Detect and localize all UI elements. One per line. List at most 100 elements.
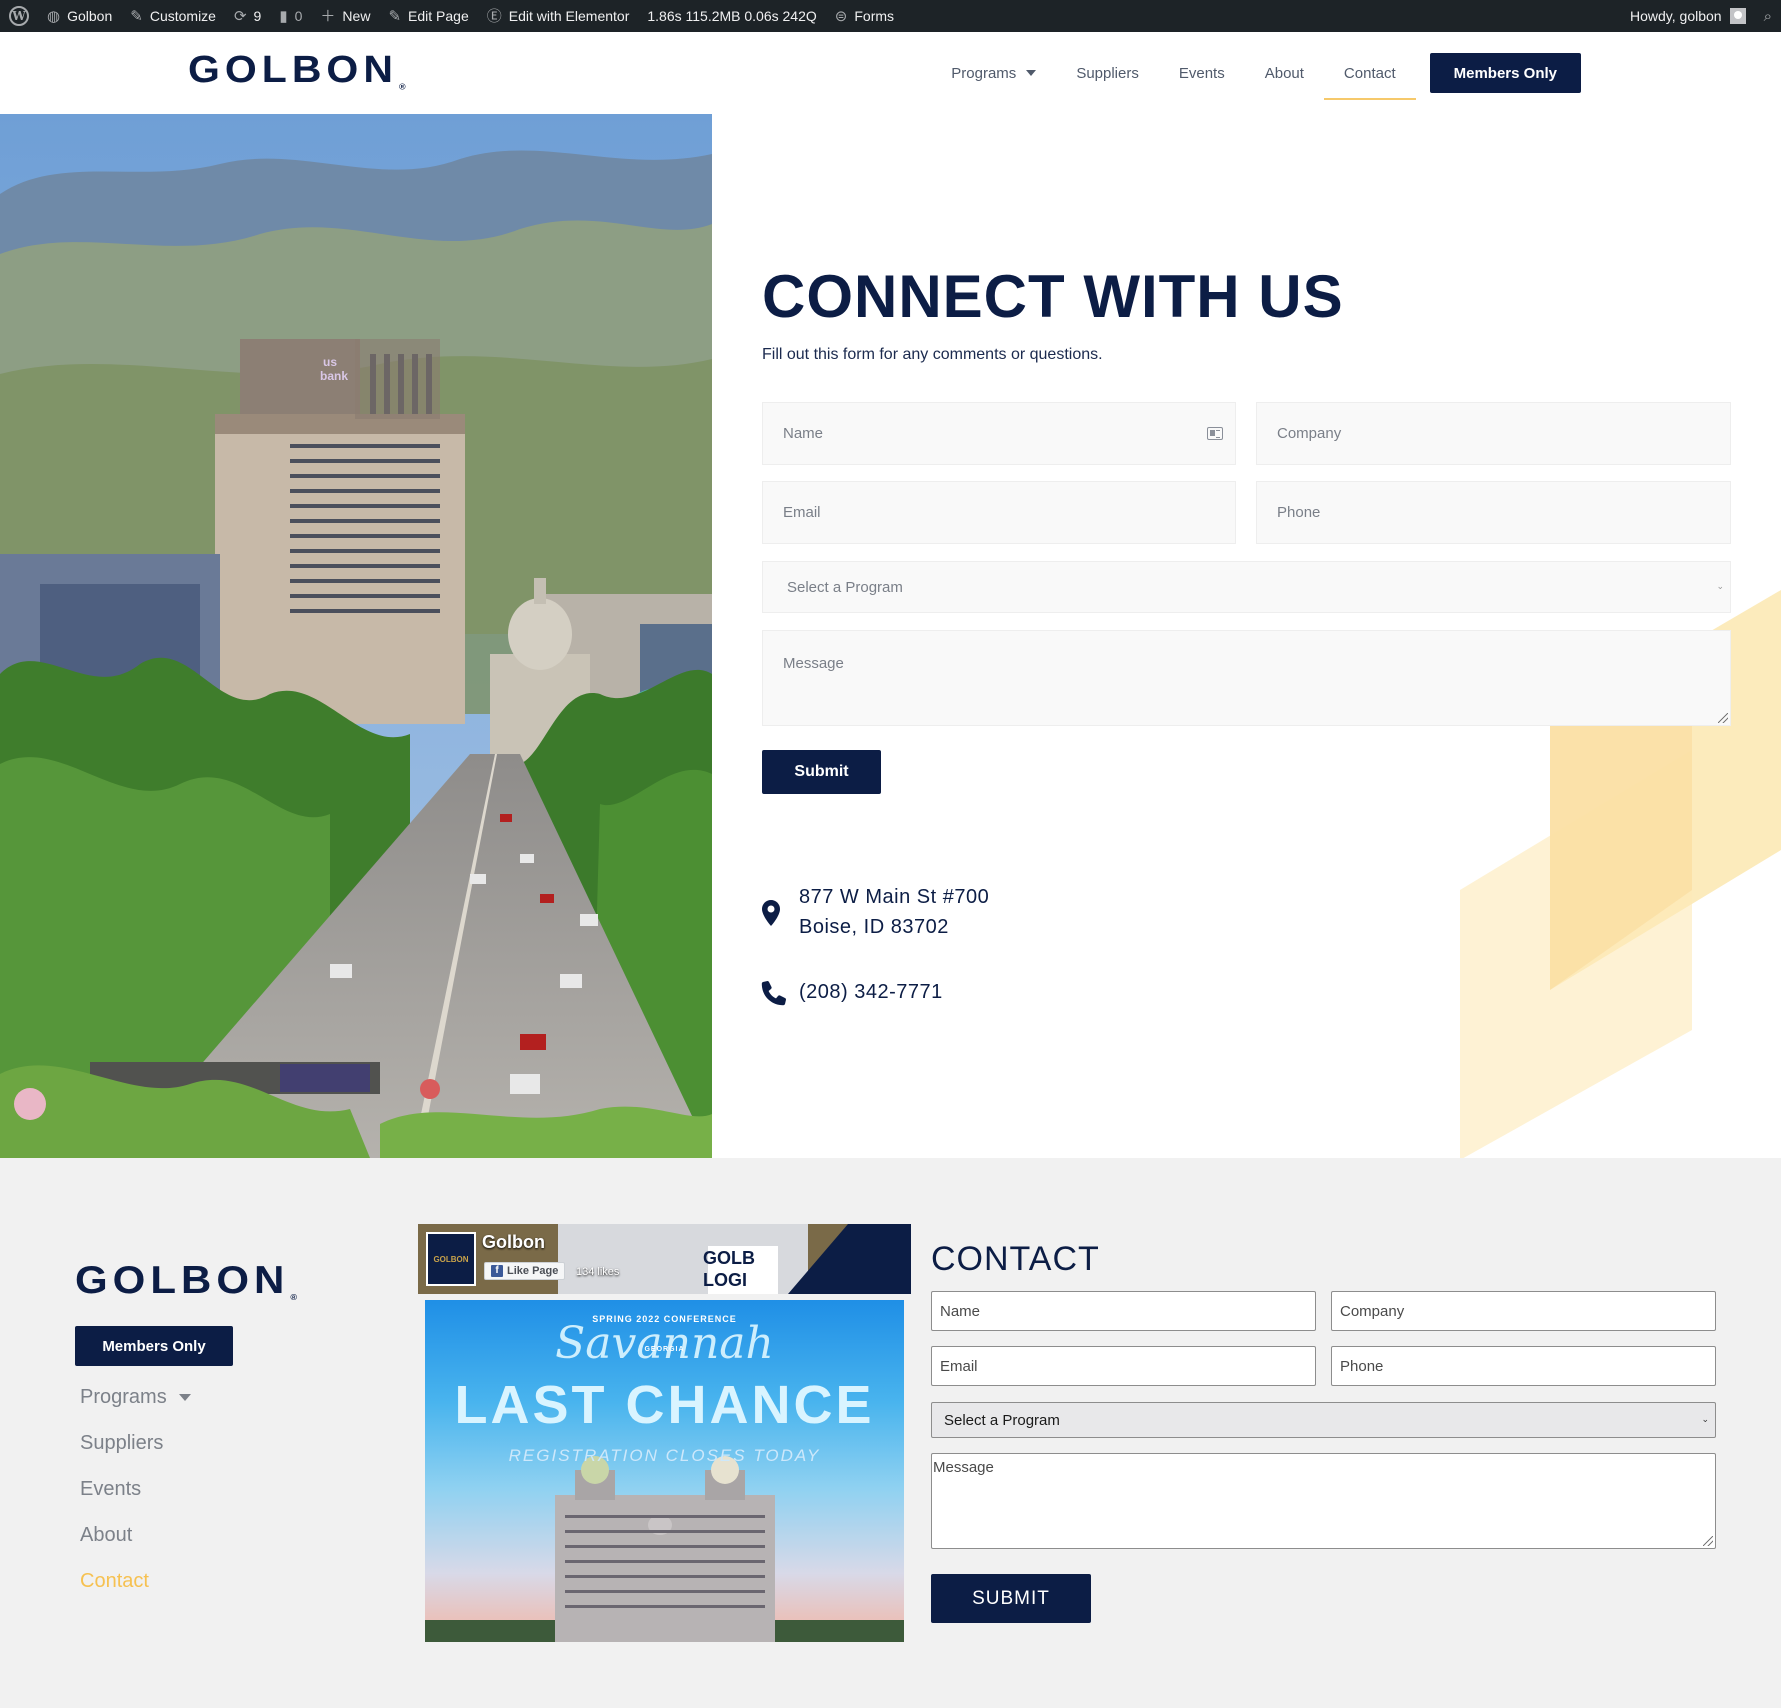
admin-new-link[interactable]: ＋ New — [311, 0, 379, 32]
resize-handle-icon[interactable] — [1718, 713, 1728, 723]
nav-item-suppliers[interactable]: Suppliers — [1056, 32, 1159, 114]
forms-icon: ⊜ — [834, 7, 848, 25]
footer-program-select[interactable]: Select a Program ⌄ — [931, 1402, 1716, 1438]
admin-customize-link[interactable]: ✎ Customize — [121, 0, 225, 32]
svg-text:GOLB: GOLB — [703, 1248, 755, 1268]
footer-members-only-button[interactable]: Members Only — [75, 1326, 233, 1366]
address-line-1: 877 W Main St #700 — [799, 886, 990, 908]
admin-edit-page-label: Edit Page — [408, 8, 469, 24]
admin-elementor-link[interactable]: Ⓔ Edit with Elementor — [478, 0, 639, 32]
nav-item-programs[interactable]: Programs — [931, 32, 1056, 114]
nav-item-events[interactable]: Events — [1159, 32, 1245, 114]
promo-headline: LAST CHANCE — [454, 1375, 875, 1435]
footer-submit-button[interactable]: SUBMIT — [931, 1574, 1091, 1623]
footer-name-input[interactable]: Name — [931, 1291, 1316, 1331]
facebook-page-widget[interactable]: GOLB LOGI GOLBON Golbon f Like Page 134 l… — [418, 1224, 911, 1294]
phone-placeholder: Phone — [1277, 504, 1321, 521]
nav-item-about[interactable]: About — [1245, 32, 1324, 114]
page-subtitle: Fill out this form for any comments or q… — [762, 346, 1103, 363]
message-textarea[interactable]: Message — [762, 630, 1731, 726]
nav-label-about: About — [1264, 64, 1304, 82]
admin-site-link[interactable]: ◍ Golbon — [38, 0, 121, 32]
chevron-down-icon: ⌄ — [1716, 581, 1724, 591]
svg-text:bank: bank — [320, 369, 348, 383]
nav-item-contact[interactable]: Contact — [1323, 32, 1416, 114]
registered-mark: ® — [398, 81, 406, 92]
message-placeholder: Message — [783, 655, 844, 672]
footer-phone-input[interactable]: Phone — [1331, 1346, 1716, 1386]
svg-text:us: us — [323, 355, 337, 369]
facebook-page-avatar: GOLBON — [426, 1232, 476, 1286]
admin-updates-count: 9 — [253, 8, 262, 24]
footer-name-placeholder: Name — [940, 1302, 981, 1320]
resize-handle-icon[interactable] — [1703, 1536, 1713, 1546]
footer-nav-suppliers[interactable]: Suppliers — [80, 1432, 163, 1455]
footer-message-placeholder: Message — [933, 1459, 994, 1476]
contact-card-icon[interactable] — [1207, 426, 1223, 440]
main-nav: Programs Suppliers Events About Contact … — [931, 32, 1781, 114]
phone-number[interactable]: (208) 342-7771 — [799, 981, 943, 1004]
footer-company-input[interactable]: Company — [1331, 1291, 1716, 1331]
elementor-icon: Ⓔ — [486, 7, 502, 25]
admin-query-monitor[interactable]: 1.86s 115.2MB 0.06s 242Q — [638, 0, 825, 32]
facebook-like-button[interactable]: f Like Page — [484, 1262, 566, 1280]
admin-forms-link[interactable]: ⊜ Forms — [826, 0, 903, 32]
admin-new-label: New — [342, 8, 371, 24]
wordpress-logo-icon: W — [9, 6, 29, 26]
admin-comments-count: 0 — [294, 8, 303, 24]
footer-message-textarea[interactable]: Message — [931, 1453, 1716, 1549]
chevron-down-icon: ⌄ — [1701, 1414, 1709, 1424]
facebook-likes-count: 134 likes — [576, 1266, 620, 1278]
admin-howdy-text: Howdy, golbon — [1630, 8, 1722, 24]
page-title: CONNECT WITH US — [762, 263, 1344, 330]
footer-logo[interactable]: GOLBON® — [75, 1258, 297, 1302]
program-select[interactable]: Select a Program ⌄ — [762, 561, 1731, 613]
name-placeholder: Name — [783, 425, 824, 442]
chevron-down-icon — [1026, 70, 1037, 76]
phone-input[interactable]: Phone — [1256, 481, 1731, 544]
facebook-like-label: Like Page — [507, 1265, 559, 1277]
admin-search[interactable]: ⌕ — [1755, 0, 1781, 32]
brush-icon: ✎ — [130, 7, 143, 25]
admin-updates-link[interactable]: ⟳ 9 — [225, 0, 270, 32]
footer-company-placeholder: Company — [1340, 1302, 1405, 1320]
admin-comments-link[interactable]: ▮ 0 — [270, 0, 311, 32]
company-placeholder: Company — [1277, 425, 1342, 442]
submit-button[interactable]: Submit — [762, 750, 881, 794]
avatar — [1729, 8, 1746, 24]
admin-elementor-label: Edit with Elementor — [508, 8, 630, 24]
admin-edit-page-link[interactable]: ✎ Edit Page — [379, 0, 477, 32]
facebook-icon: f — [491, 1265, 503, 1277]
registered-mark: ® — [290, 1292, 297, 1303]
email-input[interactable]: Email — [762, 481, 1236, 544]
name-input[interactable]: Name — [762, 402, 1236, 465]
admin-stats-text: 1.86s 115.2MB 0.06s 242Q — [647, 8, 817, 24]
plus-icon: ＋ — [320, 7, 336, 25]
promo-state: GEORGIA — [644, 1346, 685, 1353]
footer-email-input[interactable]: Email — [931, 1346, 1316, 1386]
company-input[interactable]: Company — [1256, 402, 1731, 465]
footer-nav-contact[interactable]: Contact — [80, 1570, 149, 1593]
email-placeholder: Email — [783, 504, 821, 521]
admin-account-menu[interactable]: Howdy, golbon — [1621, 0, 1755, 32]
footer-phone-placeholder: Phone — [1340, 1357, 1384, 1375]
admin-customize-label: Customize — [149, 8, 216, 24]
footer-nav-events[interactable]: Events — [80, 1478, 141, 1501]
footer-nav-programs[interactable]: Programs — [80, 1386, 191, 1409]
footer-program-select-value: Select a Program — [944, 1411, 1060, 1429]
admin-site-name: Golbon — [67, 8, 113, 24]
footer-nav-about[interactable]: About — [80, 1524, 132, 1547]
members-only-button[interactable]: Members Only — [1429, 53, 1581, 93]
site-header: GOLBON® Programs Suppliers Events About … — [0, 32, 1781, 114]
map-pin-icon — [762, 900, 780, 926]
search-icon: ⌕ — [1763, 7, 1772, 25]
site-logo[interactable]: GOLBON® — [188, 48, 406, 91]
nav-label-programs: Programs — [951, 64, 1017, 82]
conference-promo-image[interactable]: SPRING 2022 CONFERENCE Savannah GEORGIA … — [425, 1300, 904, 1642]
dashboard-icon: ◍ — [47, 7, 61, 25]
updates-icon: ⟳ — [233, 7, 247, 25]
facebook-page-name[interactable]: Golbon — [482, 1232, 545, 1253]
wordpress-menu[interactable]: W — [0, 0, 38, 32]
site-logo-text: GOLBON — [188, 47, 398, 91]
admin-bar: W ◍ Golbon ✎ Customize ⟳ 9 ▮ 0 ＋ New ✎ Edit Pa… — [0, 0, 1781, 32]
